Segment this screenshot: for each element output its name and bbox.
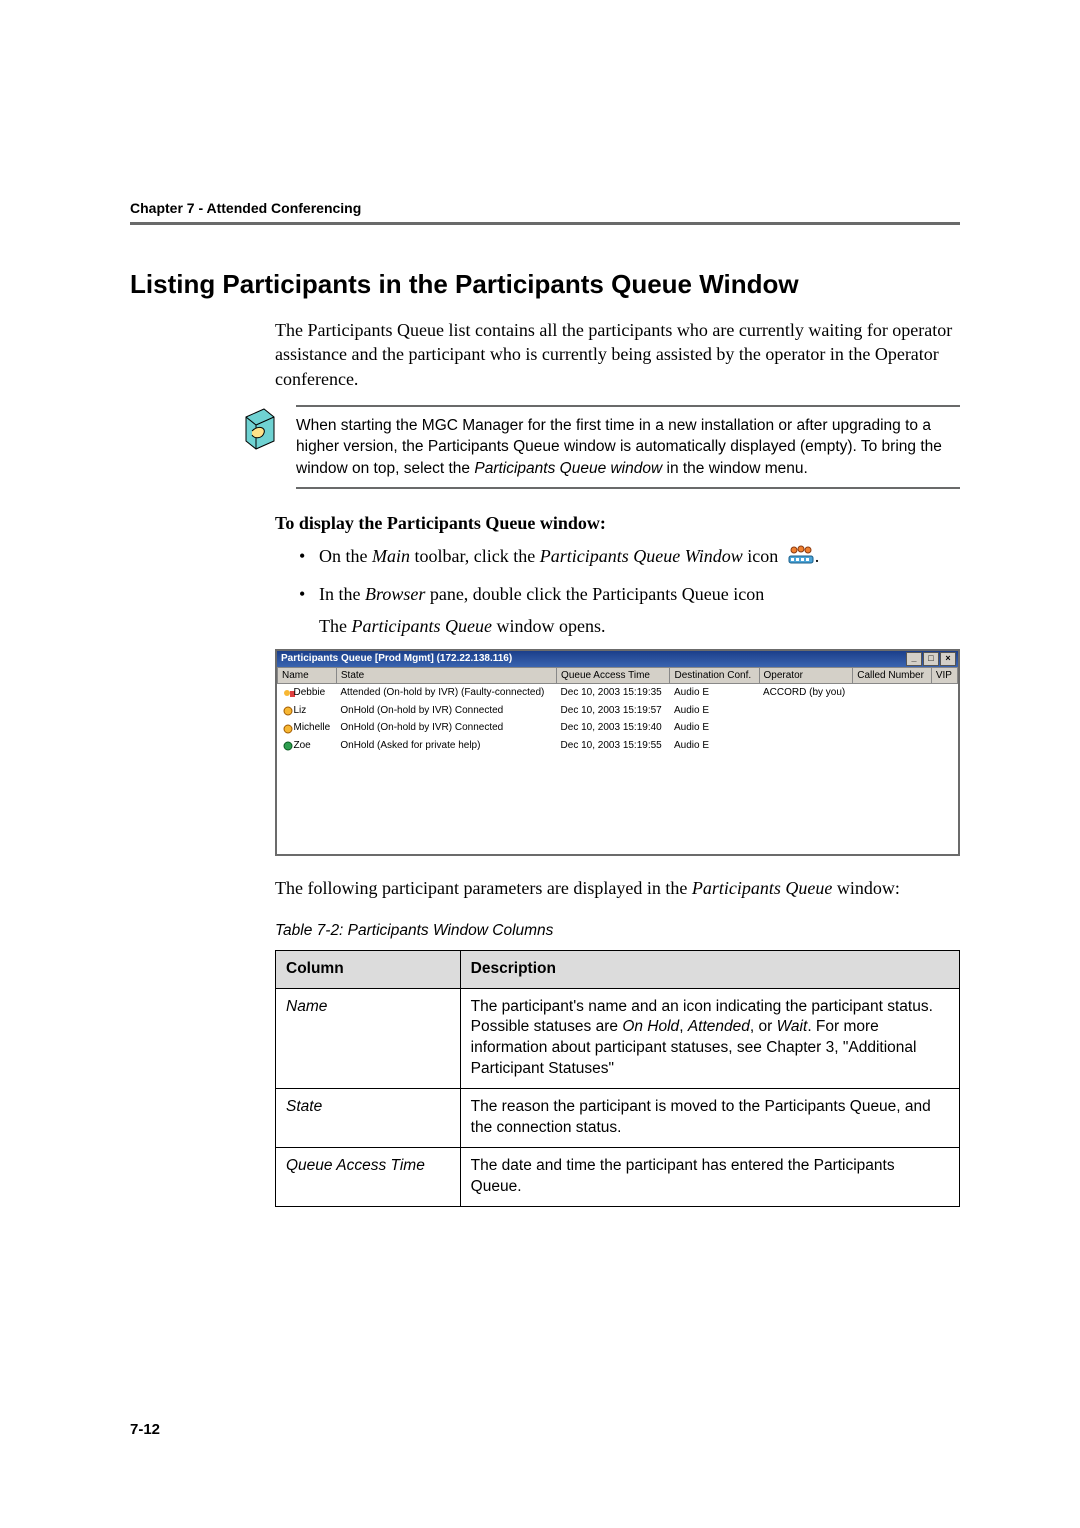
period: . <box>815 546 820 566</box>
columns-description-table: Column Description Name The participant'… <box>275 950 960 1207</box>
cell-state: OnHold (On-hold by IVR) Connected <box>336 702 556 720</box>
window-empty-area <box>277 754 958 854</box>
t: The following participant parameters are… <box>275 878 692 898</box>
cell-state: OnHold (Asked for private help) <box>336 737 556 755</box>
col-destination-conf[interactable]: Destination Conf. <box>670 667 759 684</box>
t: In the <box>319 584 365 604</box>
em-main: Main <box>372 546 410 566</box>
cell-name: Zoe <box>294 740 311 751</box>
participants-queue-table[interactable]: Name State Queue Access Time Destination… <box>277 667 958 755</box>
col-label-state: State <box>276 1089 461 1148</box>
col-called-number[interactable]: Called Number <box>853 667 932 684</box>
t: , <box>679 1018 688 1035</box>
t: window: <box>832 878 900 898</box>
cell-time: Dec 10, 2003 15:19:40 <box>557 719 670 737</box>
bullet-main-toolbar: On the Main toolbar, click the Participa… <box>299 543 960 572</box>
cell-name: Michelle <box>294 722 331 733</box>
participant-status-icon <box>282 740 294 750</box>
em-pq: Participants Queue <box>351 616 491 636</box>
table-row: State The reason the participant is move… <box>276 1089 960 1148</box>
table-caption: Table 7-2: Participants Window Columns <box>275 921 960 942</box>
note-icon <box>240 405 282 453</box>
window-title: Participants Queue [Prod Mgmt] (172.22.1… <box>281 652 512 666</box>
note-text: When starting the MGC Manager for the fi… <box>296 405 960 489</box>
cell-time: Dec 10, 2003 15:19:55 <box>557 737 670 755</box>
intro-paragraph: The Participants Queue list contains all… <box>275 318 960 391</box>
cell-op <box>759 719 853 737</box>
cell-name: Liz <box>294 705 307 716</box>
table-row[interactable]: Liz OnHold (On-hold by IVR) Connected De… <box>278 702 958 720</box>
t: pane, double click the Participants Queu… <box>425 584 764 604</box>
t: toolbar, click the <box>410 546 540 566</box>
t: window opens. <box>492 616 606 636</box>
col-operator[interactable]: Operator <box>759 667 853 684</box>
section-title: Listing Participants in the Participants… <box>130 269 960 300</box>
col-desc-qat: The date and time the participant has en… <box>460 1148 959 1207</box>
em-browser: Browser <box>365 584 425 604</box>
col-label-name: Name <box>276 988 461 1089</box>
t: On the <box>319 546 372 566</box>
col-desc-state: The reason the participant is moved to t… <box>460 1089 959 1148</box>
th-description: Description <box>460 950 959 988</box>
cell-dest: Audio E <box>670 702 759 720</box>
cell-time: Dec 10, 2003 15:19:57 <box>557 702 670 720</box>
em: Attended <box>688 1018 750 1035</box>
cell-name: Debbie <box>294 687 326 698</box>
th-column: Column <box>276 950 461 988</box>
col-vip[interactable]: VIP <box>931 667 957 684</box>
col-name[interactable]: Name <box>278 667 337 684</box>
after-window-text: The following participant parameters are… <box>275 876 960 900</box>
chapter-header: Chapter 7 - Attended Conferencing <box>130 200 960 216</box>
cell-dest: Audio E <box>670 719 759 737</box>
em: On Hold <box>622 1018 679 1035</box>
t: , or <box>750 1018 777 1035</box>
participant-status-icon <box>282 723 294 733</box>
participants-queue-window: Participants Queue [Prod Mgmt] (172.22.1… <box>275 649 960 857</box>
cell-dest: Audio E <box>670 737 759 755</box>
page-number: 7-12 <box>130 1421 160 1438</box>
participant-status-icon <box>282 705 294 715</box>
cell-op: ACCORD (by you) <box>759 684 853 702</box>
cell-time: Dec 10, 2003 15:19:35 <box>557 684 670 702</box>
table-row[interactable]: Michelle OnHold (On-hold by IVR) Connect… <box>278 719 958 737</box>
window-maximize-button[interactable]: □ <box>923 652 939 666</box>
cell-state: Attended (On-hold by IVR) (Faulty-connec… <box>336 684 556 702</box>
col-desc-name: The participant's name and an icon indic… <box>460 988 959 1089</box>
table-header-row: Name State Queue Access Time Destination… <box>278 667 958 684</box>
col-label-qat: Queue Access Time <box>276 1148 461 1207</box>
participants-queue-icon <box>787 544 815 573</box>
note-part2: in the window menu. <box>662 460 808 477</box>
table-row: Queue Access Time The date and time the … <box>276 1148 960 1207</box>
header-rule <box>130 222 960 225</box>
participant-status-icon <box>282 688 294 698</box>
cell-state: OnHold (On-hold by IVR) Connected <box>336 719 556 737</box>
procedure-heading: To display the Participants Queue window… <box>275 511 960 535</box>
col-state[interactable]: State <box>336 667 556 684</box>
table-row: Name The participant's name and an icon … <box>276 988 960 1089</box>
t: The <box>319 616 351 636</box>
note-em: Participants Queue window <box>474 460 662 477</box>
bullet-browser-pane: In the Browser pane, double click the Pa… <box>299 581 960 639</box>
t: icon <box>743 546 783 566</box>
window-close-button[interactable]: × <box>940 652 956 666</box>
cell-op <box>759 737 853 755</box>
window-minimize-button[interactable]: _ <box>906 652 922 666</box>
col-queue-access-time[interactable]: Queue Access Time <box>557 667 670 684</box>
cell-dest: Audio E <box>670 684 759 702</box>
em-pqw: Participants Queue Window <box>540 546 743 566</box>
em: Wait <box>777 1018 808 1035</box>
table-row[interactable]: Debbie Attended (On-hold by IVR) (Faulty… <box>278 684 958 702</box>
table-row[interactable]: Zoe OnHold (Asked for private help) Dec … <box>278 737 958 755</box>
window-titlebar[interactable]: Participants Queue [Prod Mgmt] (172.22.1… <box>277 651 958 667</box>
cell-op <box>759 702 853 720</box>
em-pq2: Participants Queue <box>692 878 832 898</box>
